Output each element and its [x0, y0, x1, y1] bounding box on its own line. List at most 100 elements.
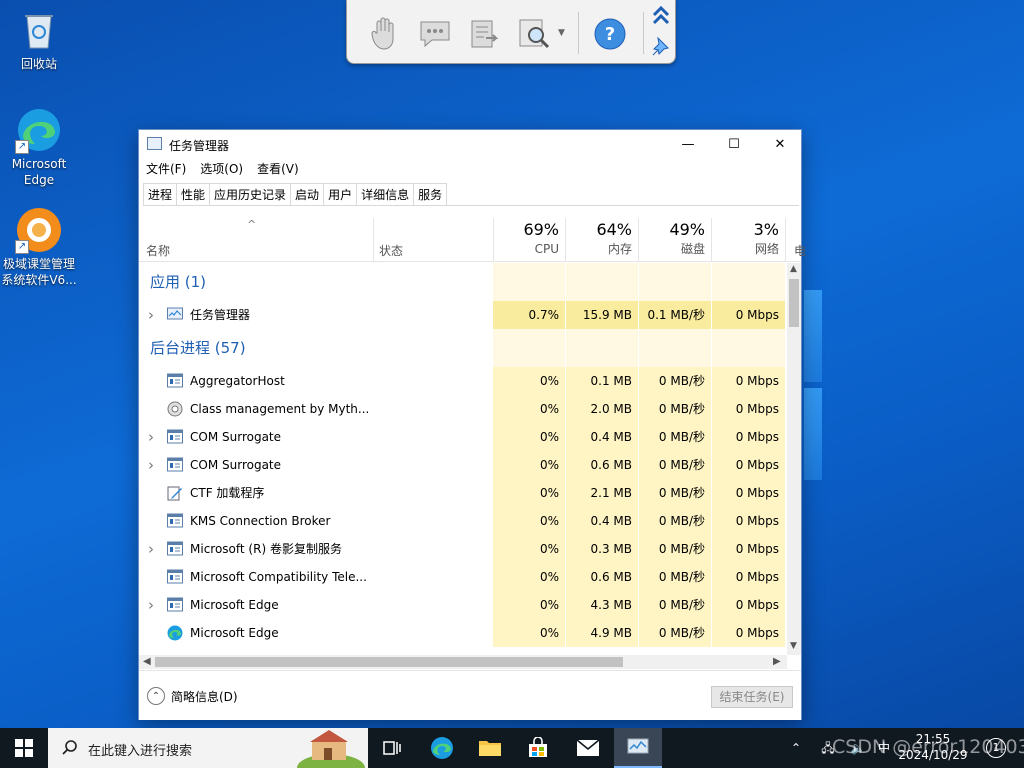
process-row[interactable]: › COM Surrogate 0% 0.4 MB 0 MB/秒 0 Mbps — [139, 423, 787, 451]
collapse-up-icon[interactable] — [650, 4, 672, 28]
shortcut-arrow-icon: ↗ — [15, 140, 29, 154]
expand-chevron-icon[interactable]: › — [148, 591, 154, 619]
maximize-button[interactable]: ☐ — [711, 130, 757, 158]
menu-options[interactable]: 选项(O) — [193, 160, 250, 180]
process-mem-value: 0.6 MB — [566, 451, 639, 479]
taskbar: 在此键入进行搜索 ⌃ 🖧 🔈 中 21:55 2024/10/29 1 CSDN… — [0, 728, 1024, 768]
fewer-details-label: 简略信息(D) — [171, 689, 238, 704]
process-name: COM Surrogate — [190, 458, 282, 472]
submit-file-button[interactable] — [465, 14, 505, 54]
process-row[interactable]: AggregatorHost 0% 0.1 MB 0 MB/秒 0 Mbps — [139, 367, 787, 395]
start-button[interactable] — [0, 728, 48, 768]
process-cpu-value: 0% — [493, 423, 566, 451]
vertical-scrollbar[interactable]: ▲ ▼ — [787, 263, 801, 655]
process-row[interactable]: › Microsoft (R) 卷影复制服务 0% 0.3 MB 0 MB/秒 0 Mbp… — [139, 535, 787, 563]
process-mem-value: 4.3 MB — [566, 591, 639, 619]
column-memory[interactable]: 64% 内存 — [566, 218, 639, 262]
memory-total: 64% — [596, 220, 632, 239]
taskbar-task-manager[interactable] — [614, 728, 662, 768]
process-net-value: 0 Mbps — [712, 451, 786, 479]
tab-details[interactable]: 详细信息 — [356, 183, 415, 205]
column-name[interactable]: 名称 — [146, 242, 170, 259]
raise-hand-button[interactable] — [365, 14, 405, 54]
minimize-button[interactable]: — — [665, 130, 711, 158]
expand-chevron-icon[interactable]: › — [148, 451, 154, 479]
help-button[interactable]: ? — [590, 14, 630, 54]
process-name: KMS Connection Broker — [190, 514, 331, 528]
process-row[interactable]: Microsoft Edge 0% 4.9 MB 0 MB/秒 0 Mbps — [139, 619, 787, 647]
expand-chevron-icon[interactable]: › — [148, 423, 154, 451]
horizontal-scrollbar[interactable]: ◀ ▶ — [139, 655, 787, 669]
process-list: 应用 (1) › 任务管理器 0.7% 15.9 MB 0.1 MB/秒 0 Mbps 后台进… — [139, 263, 787, 655]
desktop-icon-recycle-bin[interactable]: 回收站 — [0, 6, 78, 72]
column-cpu[interactable]: 69% CPU — [493, 218, 566, 262]
process-cpu-value: 0% — [493, 479, 566, 507]
close-button[interactable]: ✕ — [757, 130, 803, 158]
sort-caret-icon: ^ — [247, 218, 257, 231]
process-net-value: 0 Mbps — [712, 301, 786, 329]
process-row[interactable]: KMS Connection Broker 0% 0.4 MB 0 MB/秒 0 Mbp… — [139, 507, 787, 535]
expand-chevron-icon[interactable]: › — [148, 535, 154, 563]
document-arrow-icon — [471, 20, 499, 48]
show-hidden-icons-button[interactable]: ⌃ — [784, 728, 808, 768]
taskbar-store[interactable] — [514, 728, 562, 768]
tab-app-history[interactable]: 应用历史记录 — [209, 183, 292, 205]
column-power-partial[interactable]: 电 — [794, 242, 806, 259]
taskbar-mail[interactable] — [564, 728, 612, 768]
column-network[interactable]: 3% 网络 — [712, 218, 786, 262]
classroom-floating-toolbar: ▼ ? — [346, 0, 676, 64]
scroll-down-arrow-icon[interactable]: ▼ — [790, 641, 797, 651]
search-placeholder: 在此键入进行搜索 — [88, 744, 193, 759]
title-bar[interactable]: 任务管理器 — ☐ ✕ — [139, 130, 801, 158]
vertical-scroll-thumb[interactable] — [789, 279, 799, 327]
process-row[interactable]: CTF 加载程序 0% 2.1 MB 0 MB/秒 0 Mbps — [139, 479, 787, 507]
process-cpu-value: 0% — [493, 367, 566, 395]
menu-file[interactable]: 文件(F) — [139, 160, 193, 180]
desktop-icon-classroom-manager[interactable]: ↗ 极域课堂管理系统软件V6... — [0, 206, 78, 288]
process-row[interactable]: › Microsoft Edge 0% 4.3 MB 0 MB/秒 0 Mbps — [139, 591, 787, 619]
process-row[interactable]: Microsoft Compatibility Tele... 0% 0.6 MB 0… — [139, 563, 787, 591]
pin-icon[interactable] — [650, 34, 672, 58]
edge-icon: ↗ — [15, 106, 63, 154]
process-cpu-value: 0% — [493, 535, 566, 563]
process-row[interactable]: Class management by Myth... 0% 2.0 MB 0 MB/… — [139, 395, 787, 423]
desktop-icon-label: 极域课堂管理系统软件V6... — [1, 257, 77, 287]
view-button[interactable] — [515, 14, 555, 54]
process-net-value: 0 Mbps — [712, 507, 786, 535]
process-mem-value: 0.4 MB — [566, 423, 639, 451]
end-task-button[interactable]: 结束任务(E) — [711, 686, 793, 708]
taskbar-file-explorer[interactable] — [466, 728, 514, 768]
menu-view[interactable]: 查看(V) — [250, 160, 306, 180]
process-net-value: 0 Mbps — [712, 479, 786, 507]
desktop-icon-edge[interactable]: ↗ Microsoft Edge — [0, 106, 78, 188]
scroll-up-arrow-icon[interactable]: ▲ — [790, 264, 797, 274]
process-row[interactable]: › 任务管理器 0.7% 15.9 MB 0.1 MB/秒 0 Mbps — [139, 301, 787, 329]
heat-cell-empty — [493, 329, 566, 367]
horizontal-scroll-thumb[interactable] — [155, 657, 623, 667]
disk-label: 磁盘 — [680, 242, 705, 256]
tab-performance[interactable]: 性能 — [176, 183, 211, 205]
view-dropdown-chevron-icon[interactable]: ▼ — [558, 28, 565, 38]
taskbar-search-box[interactable]: 在此键入进行搜索 — [48, 728, 368, 768]
edge-icon — [167, 625, 183, 641]
task-view-button[interactable] — [368, 728, 416, 768]
scroll-right-arrow-icon[interactable]: ▶ — [773, 655, 781, 669]
scroll-left-arrow-icon[interactable]: ◀ — [143, 655, 151, 669]
expand-chevron-icon[interactable]: › — [148, 301, 154, 329]
process-cpu-value: 0% — [493, 507, 566, 535]
tab-startup[interactable]: 启动 — [290, 183, 325, 205]
message-button[interactable] — [415, 14, 455, 54]
process-net-value: 0 Mbps — [712, 591, 786, 619]
tab-processes[interactable]: 进程 — [143, 183, 178, 205]
fewer-details-button[interactable]: ⌃ 简略信息(D) — [147, 687, 238, 705]
process-disk-value: 0 MB/秒 — [639, 591, 712, 619]
tab-services[interactable]: 服务 — [413, 183, 448, 205]
help-icon: ? — [594, 18, 626, 50]
column-status[interactable]: 状态 — [379, 242, 403, 259]
process-cpu-value: 0% — [493, 451, 566, 479]
taskbar-edge[interactable] — [418, 728, 466, 768]
tab-users[interactable]: 用户 — [323, 183, 358, 205]
cpu-total: 69% — [523, 220, 559, 239]
column-disk[interactable]: 49% 磁盘 — [639, 218, 712, 262]
process-row[interactable]: › COM Surrogate 0% 0.6 MB 0 MB/秒 0 Mbps — [139, 451, 787, 479]
